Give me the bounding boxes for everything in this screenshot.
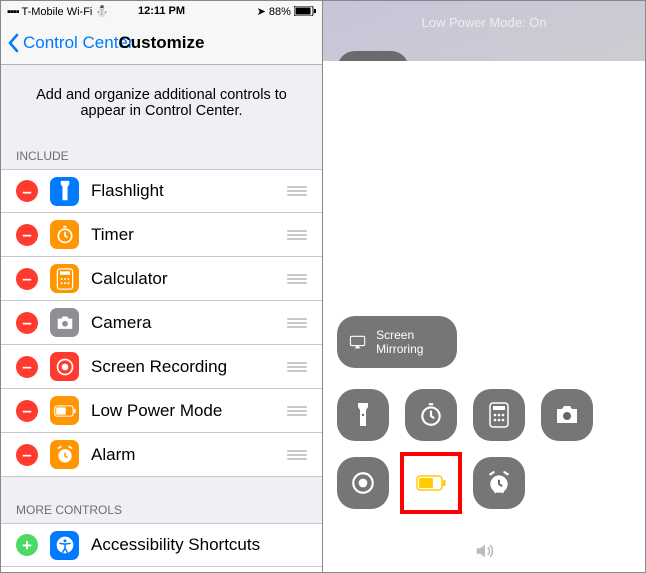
calculator-icon — [50, 264, 79, 293]
screen-mirroring-button[interactable]: Screen Mirroring — [337, 316, 457, 368]
chevron-left-icon — [7, 33, 19, 53]
camera-icon — [554, 404, 580, 426]
alarm-button[interactable] — [473, 457, 525, 509]
drag-handle[interactable] — [287, 318, 307, 328]
timer-button[interactable] — [405, 389, 457, 441]
customize-settings-pane: ▪▪▪▪ T-Mobile Wi-Fi ⛄ 12:11 PM ➤ 88% Con… — [1, 1, 323, 572]
record-icon — [350, 470, 376, 496]
camera-button[interactable] — [541, 389, 593, 441]
drag-handle[interactable] — [287, 362, 307, 372]
low-power-mode-button[interactable] — [405, 457, 457, 509]
control-row: +tvApple TV Remote — [1, 567, 322, 572]
remove-button[interactable]: – — [16, 268, 38, 290]
row-label: Low Power Mode — [91, 401, 287, 421]
airplay-icon — [349, 332, 366, 352]
flashlight-icon — [356, 402, 370, 428]
record-icon — [50, 352, 79, 381]
control-row: – Timer — [1, 213, 322, 257]
remove-button[interactable]: – — [16, 356, 38, 378]
timer-icon — [418, 402, 444, 428]
drag-handle[interactable] — [287, 186, 307, 196]
battery-icon — [416, 475, 446, 491]
flashlight-icon — [50, 177, 79, 206]
include-header: INCLUDE — [1, 141, 322, 169]
row-label: Timer — [91, 225, 287, 245]
remove-button[interactable]: – — [16, 224, 38, 246]
status-bar: ▪▪▪▪ T-Mobile Wi-Fi ⛄ 12:11 PM ➤ 88% — [1, 1, 322, 21]
volume-slider[interactable] — [337, 171, 409, 291]
more-header: MORE CONTROLS — [1, 495, 322, 523]
control-center-pane: Low Power Mode: On Music ◀◀ ▶ ▶▶ — [323, 1, 645, 572]
remove-button[interactable]: – — [16, 400, 38, 422]
screen-recording-button[interactable] — [337, 457, 389, 509]
nav-bar: Control Center Customize — [1, 21, 322, 65]
calculator-button[interactable] — [473, 389, 525, 441]
control-row: + Accessibility Shortcuts — [1, 523, 322, 567]
drag-handle[interactable] — [287, 274, 307, 284]
description-text: Add and organize additional controls to … — [1, 65, 322, 141]
access-icon — [50, 531, 79, 560]
drag-handle[interactable] — [287, 450, 307, 460]
battery-icon — [50, 396, 79, 425]
remove-button[interactable]: – — [16, 444, 38, 466]
alarm-icon — [486, 470, 512, 496]
row-label: Accessibility Shortcuts — [91, 535, 307, 555]
add-button[interactable]: + — [16, 534, 38, 556]
calculator-icon — [489, 402, 509, 428]
control-row: – Calculator — [1, 257, 322, 301]
control-row: – Camera — [1, 301, 322, 345]
drag-handle[interactable] — [287, 230, 307, 240]
banner-text: Low Power Mode: On — [323, 1, 645, 40]
control-row: – Alarm — [1, 433, 322, 477]
clock: 12:11 PM — [1, 5, 322, 17]
row-label: Flashlight — [91, 181, 287, 201]
row-label: Camera — [91, 313, 287, 333]
remove-button[interactable]: – — [16, 180, 38, 202]
control-row: – Flashlight — [1, 169, 322, 213]
camera-icon — [50, 308, 79, 337]
remove-button[interactable]: – — [16, 312, 38, 334]
timer-icon — [50, 220, 79, 249]
control-row: – Low Power Mode — [1, 389, 322, 433]
drag-handle[interactable] — [287, 406, 307, 416]
alarm-icon — [50, 440, 79, 469]
back-button[interactable]: Control Center — [7, 33, 134, 53]
row-label: Alarm — [91, 445, 287, 465]
control-row: – Screen Recording — [1, 345, 322, 389]
flashlight-button[interactable] — [337, 389, 389, 441]
row-label: Screen Recording — [91, 357, 287, 377]
row-label: Calculator — [91, 269, 287, 289]
